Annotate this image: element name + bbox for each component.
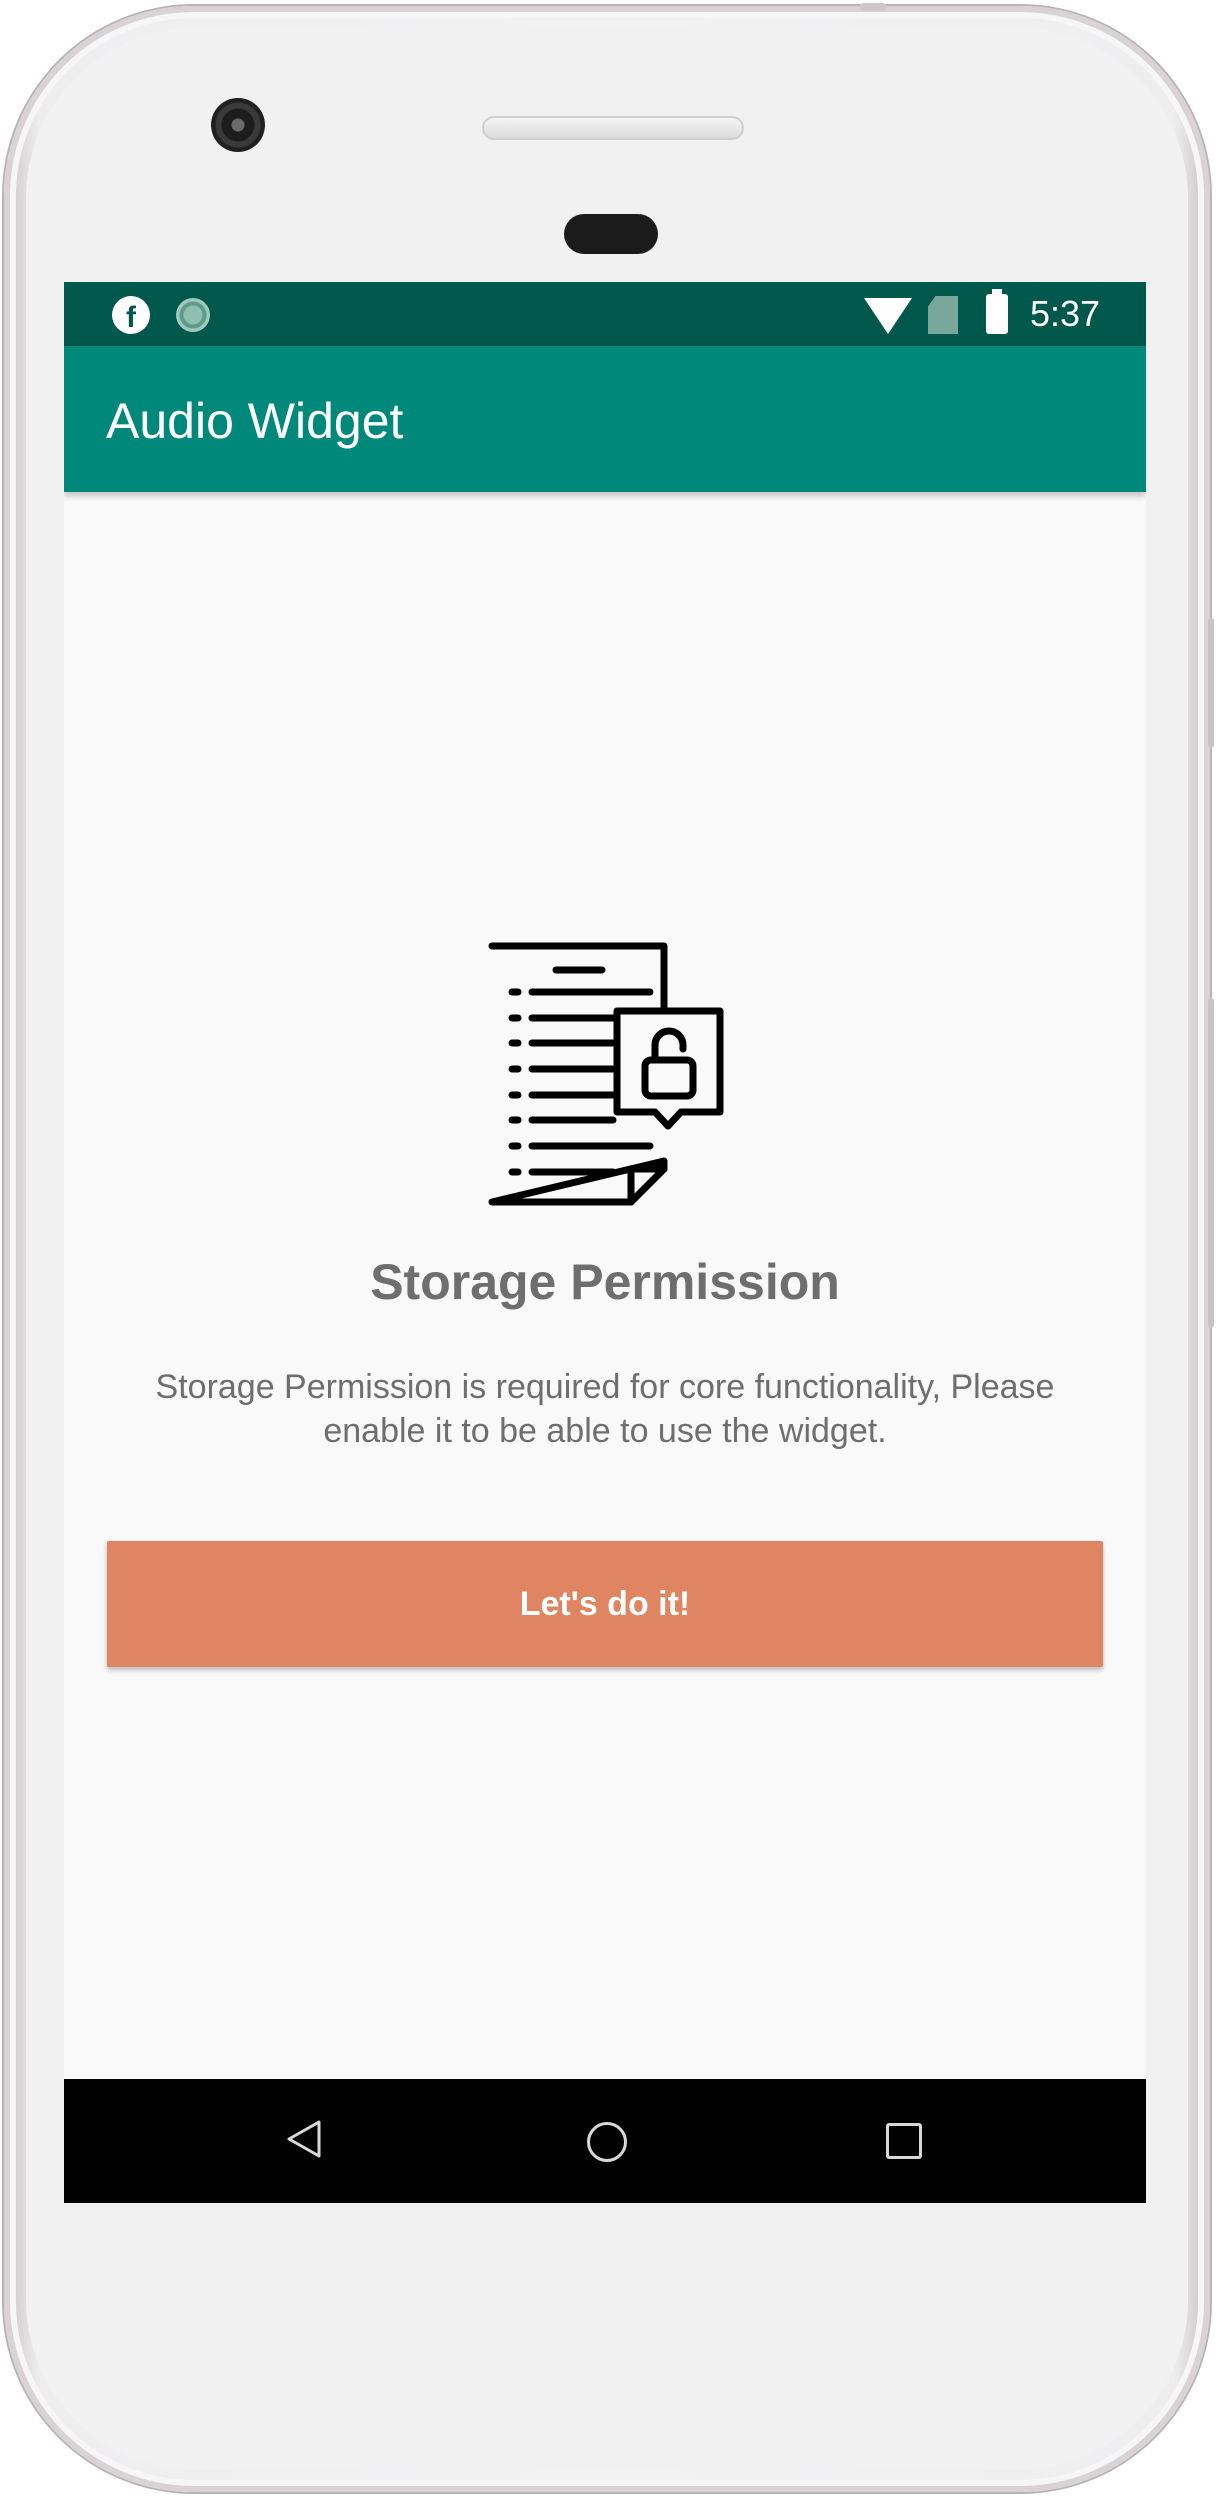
facebook-icon: f xyxy=(112,296,150,334)
permission-title: Storage Permission xyxy=(370,1254,840,1310)
grant-permission-button[interactable]: Let's do it! xyxy=(107,1541,1103,1667)
proximity-sensor xyxy=(564,214,658,254)
phone-volume-button xyxy=(1208,618,1214,748)
no-sim-icon xyxy=(928,296,958,334)
app-title: Audio Widget xyxy=(106,393,404,449)
app-bar: Audio Widget xyxy=(64,346,1146,492)
recents-icon[interactable] xyxy=(886,2123,922,2159)
sync-icon xyxy=(176,298,210,332)
status-bar: f 5:37 xyxy=(64,282,1146,346)
earpiece-speaker xyxy=(482,116,744,140)
document-lock-icon xyxy=(488,942,724,1206)
navigation-bar xyxy=(64,2079,1146,2203)
status-time: 5:37 xyxy=(1030,293,1101,334)
wifi-icon xyxy=(864,298,912,334)
screen: f 5:37 Audio Widget Storage Permission S… xyxy=(64,282,1146,2203)
home-icon[interactable] xyxy=(587,2122,627,2162)
back-icon[interactable] xyxy=(286,2119,322,2159)
battery-charging-icon xyxy=(986,289,1008,334)
front-camera xyxy=(211,98,265,152)
phone-top-button xyxy=(860,3,886,11)
permission-description: Storage Permission is required for core … xyxy=(155,1368,1055,1450)
phone-power-button xyxy=(1208,998,1214,1328)
